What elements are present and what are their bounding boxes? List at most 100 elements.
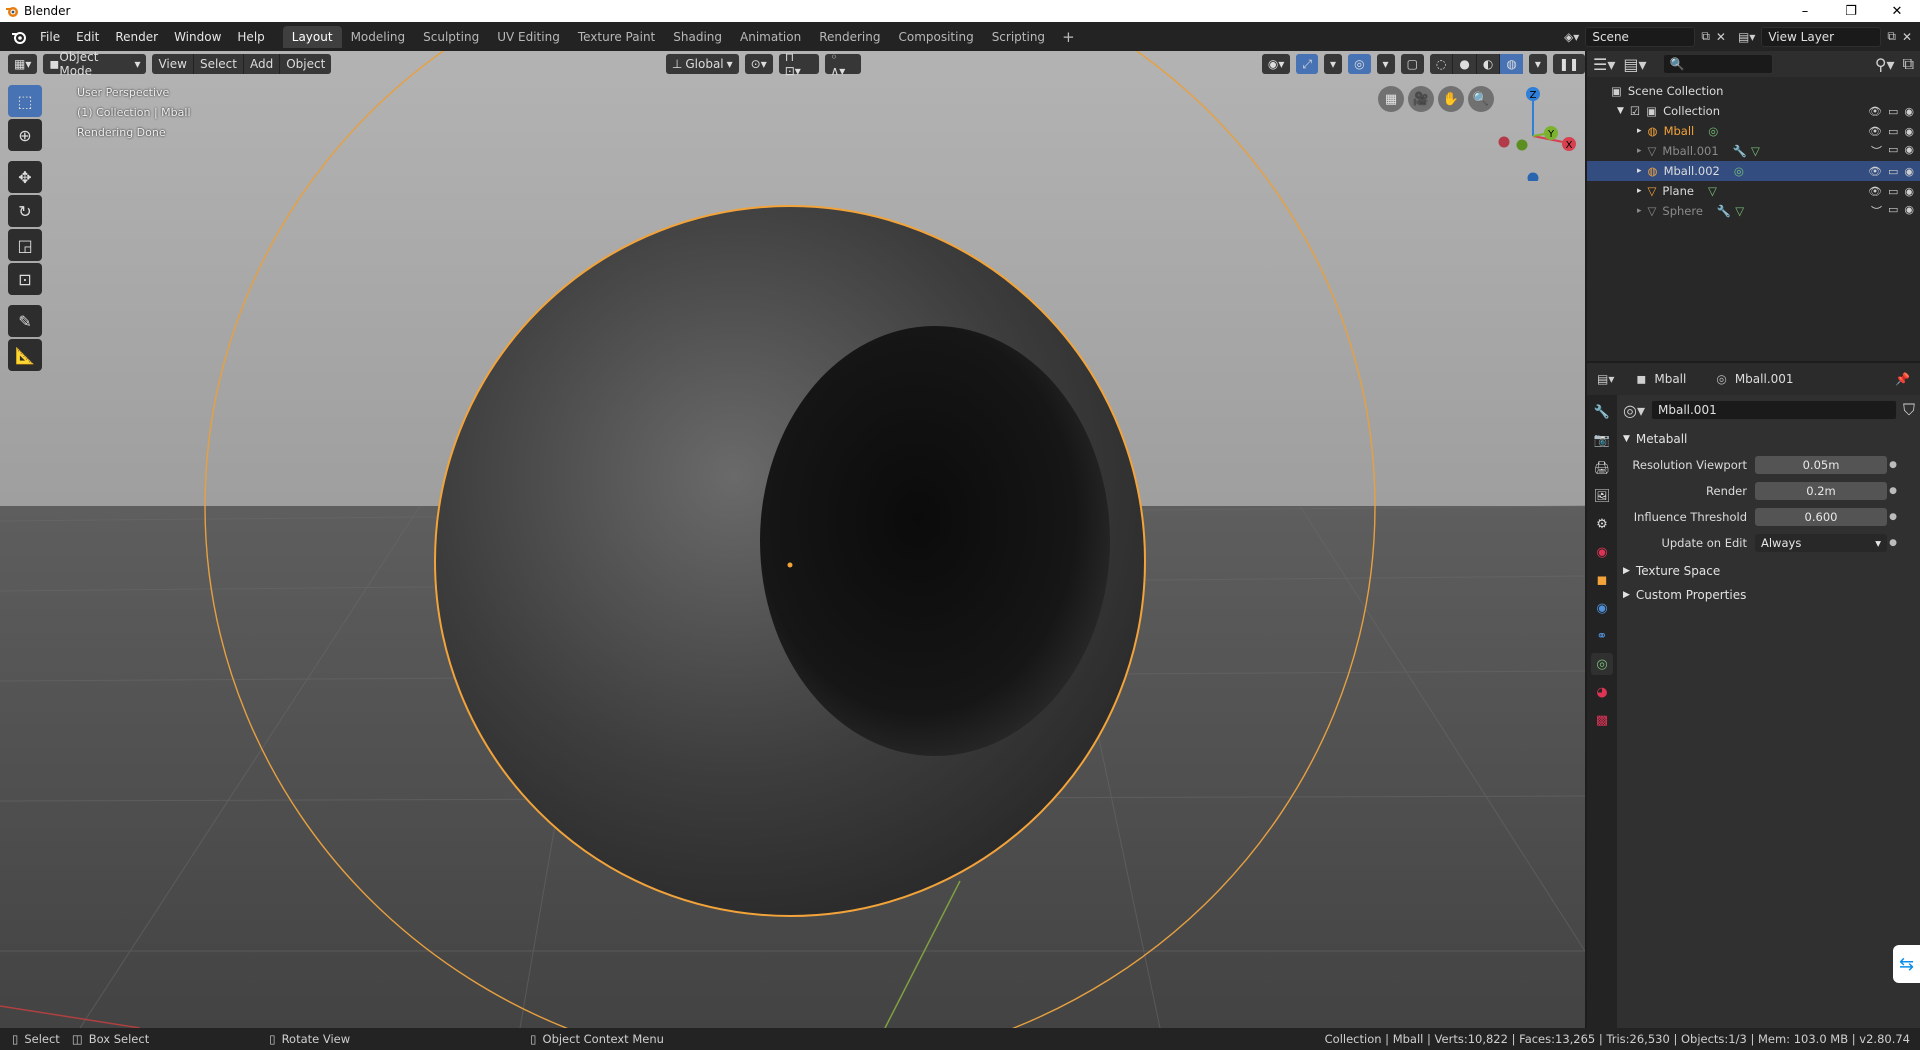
render-resolution-input[interactable]: 0.2m — [1755, 482, 1887, 500]
toggle-ortho-icon[interactable]: ▦ — [1378, 86, 1404, 112]
monitor-icon[interactable]: ▭ — [1888, 203, 1898, 219]
checkbox-icon[interactable]: ☑ — [1630, 104, 1640, 118]
menu-help[interactable]: Help — [229, 30, 272, 44]
tab-scripting[interactable]: Scripting — [983, 26, 1054, 48]
tab-rendering[interactable]: Rendering — [810, 26, 889, 48]
custom-properties-panel-header[interactable]: ▶ Custom Properties — [1623, 583, 1915, 607]
monitor-icon[interactable]: ▭ — [1888, 165, 1898, 178]
tool-tab-icon[interactable]: 🔧 — [1591, 401, 1613, 423]
mode-selector[interactable]: ◼ Object Mode ▾ — [43, 51, 147, 78]
monitor-icon[interactable]: ▭ — [1888, 143, 1898, 159]
menu-render[interactable]: Render — [107, 30, 166, 44]
snap-button[interactable]: ⊓ ⊡▾ — [778, 51, 819, 78]
expand-chevron-icon[interactable]: ▸ — [1637, 146, 1642, 156]
camera-icon[interactable]: ◉ — [1904, 203, 1914, 219]
minimize-button[interactable]: – — [1782, 0, 1828, 22]
delete-scene-icon[interactable]: ✕ — [1716, 30, 1726, 44]
scene-selector[interactable]: Scene — [1585, 26, 1696, 47]
menu-add[interactable]: Add — [244, 54, 281, 74]
camera-icon[interactable]: ◉ — [1904, 143, 1914, 159]
visibility-button[interactable]: ◉▾ — [1261, 54, 1291, 74]
overlay-toggle-button[interactable]: ◎ — [1348, 54, 1371, 74]
display-mode-icon[interactable]: ▤▾ — [1623, 55, 1646, 74]
select-box-tool-icon[interactable]: ⬚ — [8, 85, 42, 117]
texture-space-panel-header[interactable]: ▶ Texture Space — [1623, 559, 1915, 583]
scene-browse-icon[interactable]: ◈▾ — [1564, 30, 1579, 44]
blender-menu-icon[interactable] — [6, 26, 32, 48]
outliner-item-sphere[interactable]: ▸ ▽ Sphere 🔧 ▽ ︶ ▭ ◉ — [1587, 201, 1920, 221]
texture-tab-icon[interactable]: ▩ — [1591, 709, 1613, 731]
tab-uv-editing[interactable]: UV Editing — [488, 26, 569, 48]
filter-icon[interactable]: ⚲▾ — [1875, 55, 1895, 74]
outliner-item-mball-002[interactable]: ▸ ◍ Mball.002 ◎ 👁 ▭ ◉ — [1587, 161, 1920, 181]
eye-icon[interactable]: 👁 — [1868, 185, 1882, 198]
proportional-edit-button[interactable]: ◦ ∧▾ — [824, 51, 861, 78]
output-tab-icon[interactable]: 🖨 — [1591, 457, 1613, 479]
metaball-panel-header[interactable]: ▼ Metaball — [1623, 427, 1915, 451]
monitor-icon[interactable]: ▭ — [1888, 105, 1898, 118]
camera-view-icon[interactable]: 🎥 — [1408, 86, 1434, 112]
pivot-point-button[interactable]: ⊙▾ — [744, 54, 773, 74]
eye-icon[interactable]: 👁 — [1868, 165, 1882, 178]
menu-select[interactable]: Select — [194, 54, 244, 74]
xray-button[interactable]: ▢ — [1400, 54, 1424, 74]
overlay-dropdown[interactable]: ▾ — [1376, 54, 1395, 74]
eye-closed-icon[interactable]: ︶ — [1871, 203, 1882, 219]
tab-compositing[interactable]: Compositing — [889, 26, 982, 48]
context-object-label[interactable]: Mball — [1654, 372, 1686, 386]
keyframe-dot-icon[interactable]: ● — [1887, 486, 1899, 496]
rendered-shading-icon[interactable]: ◍ — [1500, 54, 1523, 74]
datablock-name-field[interactable]: Mball.001 — [1651, 400, 1897, 420]
eye-icon[interactable]: 👁 — [1868, 105, 1882, 118]
keyframe-dot-icon[interactable]: ● — [1887, 460, 1899, 470]
resolution-viewport-input[interactable]: 0.05m — [1755, 456, 1887, 474]
constraints-tab-icon[interactable]: ⚭ — [1591, 625, 1613, 647]
cursor-tool-icon[interactable]: ⊕ — [8, 119, 42, 151]
editor-type-button[interactable]: ▦▾ — [8, 54, 38, 74]
menu-view[interactable]: View — [152, 54, 194, 74]
new-view-layer-icon[interactable]: ⧉ — [1887, 29, 1896, 44]
eye-closed-icon[interactable]: ︶ — [1871, 143, 1882, 159]
add-workspace-button[interactable]: + — [1054, 28, 1083, 46]
camera-icon[interactable]: ◉ — [1904, 125, 1914, 138]
scale-tool-icon[interactable]: ◲ — [8, 229, 42, 261]
transform-tool-icon[interactable]: ⊡ — [8, 263, 42, 295]
pause-render-button[interactable]: ❚❚ — [1552, 54, 1585, 74]
delete-view-layer-icon[interactable]: ✕ — [1902, 30, 1912, 44]
pan-view-icon[interactable]: ✋ — [1438, 86, 1464, 112]
world-tab-icon[interactable]: ◉ — [1591, 541, 1613, 563]
measure-tool-icon[interactable]: 📐 — [8, 339, 42, 371]
view-layer-tab-icon[interactable]: 🖼 — [1591, 485, 1613, 507]
maximize-button[interactable]: ❐ — [1828, 0, 1874, 22]
tab-sculpting[interactable]: Sculpting — [414, 26, 488, 48]
new-scene-icon[interactable]: ⧉ — [1701, 29, 1710, 44]
outliner-item-mball[interactable]: ▸ ◍ Mball ◎ 👁 ▭ ◉ — [1587, 121, 1920, 141]
menu-edit[interactable]: Edit — [68, 30, 107, 44]
properties-editor-type-icon[interactable]: ▤▾ — [1597, 372, 1614, 386]
camera-icon[interactable]: ◉ — [1904, 185, 1914, 198]
keyframe-dot-icon[interactable]: ● — [1887, 512, 1899, 522]
navigation-gizmo[interactable]: Z X Y — [1488, 81, 1578, 181]
camera-icon[interactable]: ◉ — [1904, 105, 1914, 118]
fake-user-shield-icon[interactable]: ⛉ — [1903, 400, 1915, 420]
tab-shading[interactable]: Shading — [664, 26, 731, 48]
render-tab-icon[interactable]: 📷 — [1591, 429, 1613, 451]
monitor-icon[interactable]: ▭ — [1888, 125, 1898, 138]
gizmo-dropdown[interactable]: ▾ — [1324, 54, 1343, 74]
tab-texture-paint[interactable]: Texture Paint — [569, 26, 664, 48]
shading-dropdown[interactable]: ▾ — [1528, 54, 1547, 74]
gizmo-toggle-button[interactable]: ⤢ — [1296, 54, 1319, 74]
expand-chevron-icon[interactable]: ▸ — [1637, 126, 1642, 136]
expand-chevron-icon[interactable]: ▸ — [1637, 166, 1642, 176]
datablock-browse-icon[interactable]: ◎▾ — [1623, 401, 1645, 420]
data-tab-icon[interactable]: ◎ — [1591, 653, 1613, 675]
outliner-item-plane[interactable]: ▸ ▽ Plane ▽ 👁 ▭ ◉ — [1587, 181, 1920, 201]
collection-row[interactable]: ▼ ☑ ▣ Collection 👁 ▭ ◉ — [1587, 101, 1920, 121]
new-collection-icon[interactable]: ⧉ — [1903, 54, 1914, 74]
material-tab-icon[interactable]: ◕ — [1591, 681, 1613, 703]
update-on-edit-select[interactable]: Always ▾ — [1755, 534, 1887, 552]
expand-chevron-icon[interactable]: ▸ — [1637, 186, 1642, 196]
tab-animation[interactable]: Animation — [731, 26, 810, 48]
view-layer-browse-icon[interactable]: ▤▾ — [1738, 30, 1755, 44]
teamviewer-tab-icon[interactable]: ⇆ — [1893, 945, 1920, 983]
